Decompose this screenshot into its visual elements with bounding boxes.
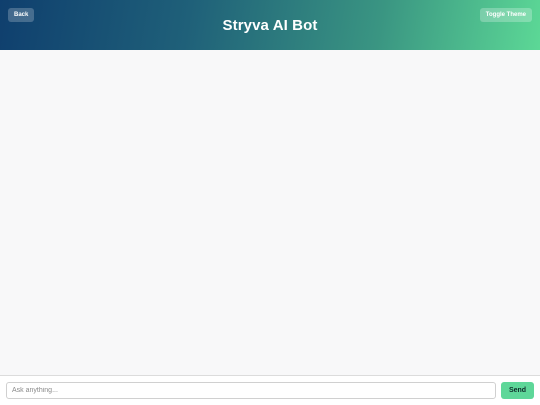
chat-app: Back Stryva AI Bot Toggle Theme Send: [0, 0, 540, 405]
message-composer: Send: [0, 375, 540, 405]
header-bar: Back Stryva AI Bot Toggle Theme: [0, 0, 540, 50]
chat-messages-area[interactable]: [0, 50, 540, 375]
message-input[interactable]: [6, 382, 496, 399]
send-button[interactable]: Send: [501, 382, 534, 399]
toggle-theme-button[interactable]: Toggle Theme: [479, 8, 532, 22]
page-title: Stryva AI Bot: [222, 16, 318, 34]
back-button[interactable]: Back: [8, 8, 35, 22]
